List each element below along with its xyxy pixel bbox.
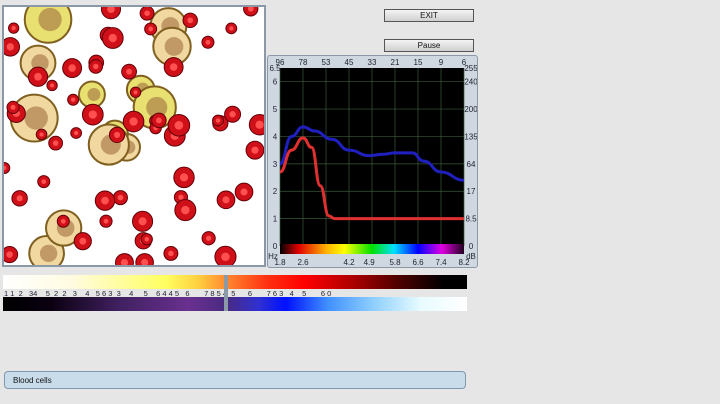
- red-cell-center: [133, 90, 138, 95]
- red-cell-center: [16, 195, 23, 202]
- red-cell-center: [138, 217, 147, 226]
- left-tick-label: 6: [273, 78, 278, 87]
- red-cell-center: [88, 110, 97, 119]
- cool-color-strip: [3, 297, 467, 311]
- cells-picture: [4, 7, 264, 265]
- top-tick-label: 53: [322, 58, 331, 67]
- left-tick-label: 4: [273, 132, 278, 141]
- top-tick-label: 9: [439, 58, 444, 67]
- bottom-tick-label: 5.8: [389, 258, 401, 267]
- red-cell-center: [93, 63, 99, 70]
- red-cell-center: [206, 235, 212, 241]
- right-tick-label: 255: [464, 64, 477, 73]
- bottom-tick-label: 4.2: [343, 258, 355, 267]
- top-tick-label: 21: [391, 58, 400, 67]
- strip-position-marker[interactable]: [224, 275, 228, 311]
- red-cell-center: [34, 72, 42, 81]
- bottom-tick-label: 2.6: [297, 258, 309, 267]
- red-cell-center: [11, 26, 16, 31]
- red-cell-center: [73, 130, 79, 136]
- red-cell-center: [6, 251, 13, 258]
- red-cell-center: [6, 43, 14, 51]
- blood-cells-image: [2, 5, 266, 267]
- cell-nucleus: [87, 88, 101, 101]
- pause-button[interactable]: Pause: [384, 39, 474, 52]
- top-tick-label: 45: [345, 58, 354, 67]
- red-cell-center: [108, 33, 117, 43]
- red-cell-center: [174, 120, 184, 130]
- red-cell-center: [129, 117, 138, 126]
- top-tick-label: 78: [299, 58, 308, 67]
- red-cell-center: [255, 120, 264, 129]
- red-cell-center: [144, 10, 150, 16]
- red-cell-center: [229, 111, 236, 118]
- left-tick-label: 3: [273, 160, 278, 169]
- red-cell-center: [126, 68, 133, 75]
- right-tick-label: 0: [469, 242, 474, 251]
- red-cell-center: [187, 17, 194, 24]
- red-cell-center: [222, 196, 230, 204]
- red-cell-center: [41, 179, 47, 185]
- red-cell-center: [79, 237, 87, 245]
- status-bar: Blood cells: [4, 371, 466, 389]
- left-tick-label: 0: [273, 242, 278, 251]
- db-unit-label: dB: [466, 252, 476, 261]
- top-tick-label: 15: [414, 58, 423, 67]
- red-cell-center: [168, 250, 174, 257]
- exit-button[interactable]: EXIT: [384, 9, 474, 22]
- cell-nucleus: [38, 7, 62, 32]
- spectrum-chart-panel: 96 78 53 45 33 21 15 9 6 6.5 6 5 4 3 2 1 0 255 240 200 135 64…: [267, 55, 478, 268]
- right-tick-label: 17: [467, 187, 476, 196]
- red-cell-center: [169, 63, 178, 71]
- red-cell-center: [148, 26, 154, 32]
- cell-nucleus: [164, 37, 184, 56]
- red-cell-center: [240, 188, 248, 196]
- red-cell-center: [52, 140, 59, 146]
- red-cell-center: [101, 196, 109, 205]
- red-cell-center: [60, 218, 66, 224]
- right-tick-label: 135: [464, 132, 477, 141]
- left-tick-label: 5: [273, 105, 278, 114]
- red-cell-center: [181, 205, 190, 215]
- spectrum-chart: 96 78 53 45 33 21 15 9 66.5654321025524020013564…: [268, 58, 477, 267]
- red-cell-center: [179, 173, 189, 182]
- red-cell-center: [178, 194, 184, 200]
- red-cell-center: [117, 194, 124, 201]
- left-tick-label: 2: [273, 187, 278, 196]
- red-cell-center: [251, 146, 259, 154]
- right-tick-label: 8.5: [465, 215, 477, 224]
- red-cell-center: [70, 97, 76, 102]
- red-cell-center: [221, 252, 230, 262]
- cell-nucleus: [39, 244, 58, 263]
- right-tick-label: 64: [467, 160, 476, 169]
- red-cell-center: [103, 218, 109, 224]
- red-cell-center: [229, 26, 234, 31]
- right-tick-label: 200: [464, 105, 477, 114]
- red-cell-center: [215, 118, 221, 123]
- red-cell-center: [114, 131, 121, 138]
- warm-color-strip: [3, 275, 467, 289]
- red-cell-center: [144, 237, 150, 242]
- x-unit-label: Hz: [268, 252, 278, 261]
- red-cell-center: [39, 132, 44, 137]
- red-cell-center: [68, 64, 76, 72]
- bottom-tick-label: 7.4: [435, 258, 447, 267]
- left-tick-label: 6.5: [269, 64, 281, 73]
- hue-spectrum-bar: [280, 244, 464, 254]
- red-cell-center: [50, 83, 55, 88]
- left-tick-label: 1: [273, 215, 278, 224]
- red-cell-center: [205, 39, 211, 45]
- bottom-tick-label: 4.9: [364, 258, 376, 267]
- cell-nucleus: [24, 106, 48, 130]
- bottom-tick-label: 6.6: [412, 258, 424, 267]
- red-cell-center: [155, 117, 162, 124]
- right-tick-label: 240: [464, 78, 477, 87]
- top-tick-label: 33: [368, 58, 377, 67]
- red-cell-center: [10, 104, 16, 110]
